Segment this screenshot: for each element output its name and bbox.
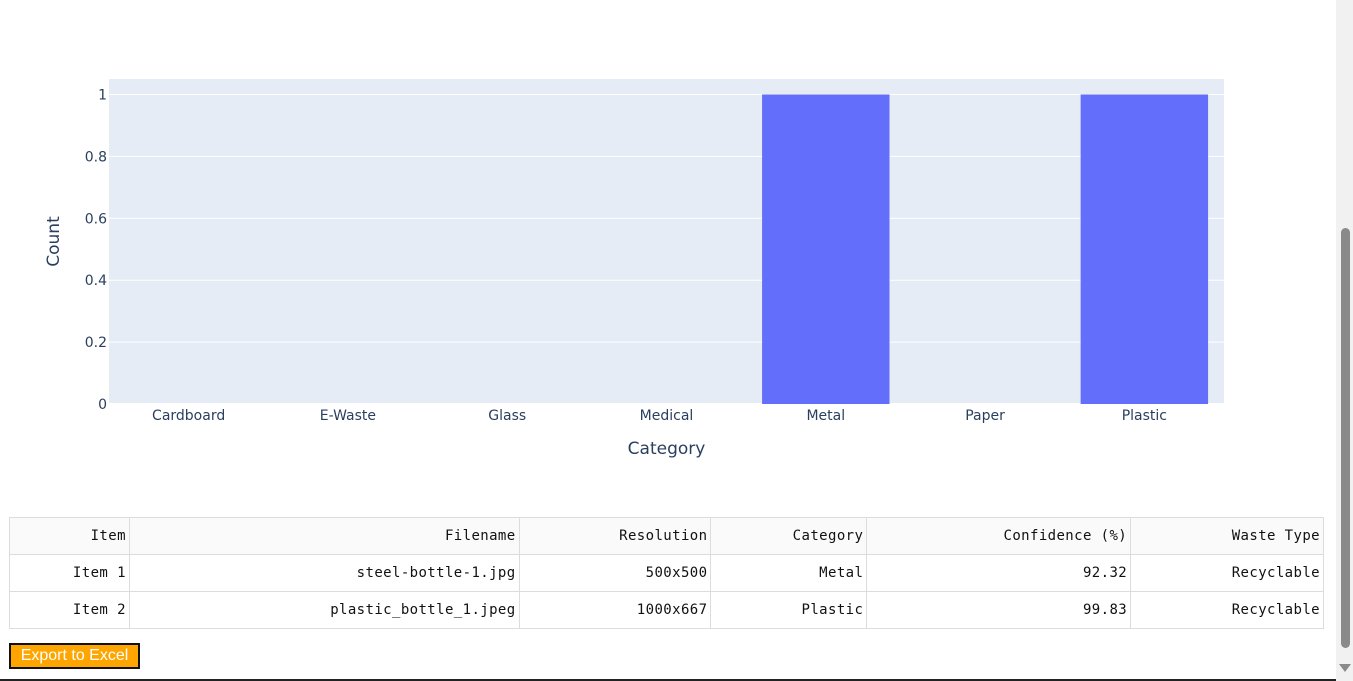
cell-item: Item 1 bbox=[9, 554, 130, 592]
scroll-down-arrow-icon[interactable] bbox=[1339, 664, 1351, 672]
header-waste-type: Waste Type bbox=[1130, 517, 1324, 555]
x-tick-label: Plastic bbox=[1122, 408, 1167, 424]
cell-item: Item 2 bbox=[9, 591, 130, 629]
header-filename: Filename bbox=[128, 517, 520, 555]
y-tick-label: 0.6 bbox=[85, 211, 107, 227]
x-tick-label: E-Waste bbox=[320, 408, 376, 424]
cell-waste-type: Recyclable bbox=[1130, 554, 1324, 592]
x-tick-label: Glass bbox=[488, 408, 526, 424]
cell-filename: steel-bottle-1.jpg bbox=[128, 554, 520, 592]
header-resolution: Resolution bbox=[518, 517, 712, 555]
x-tick-label: Metal bbox=[806, 408, 845, 424]
y-tick-label: 0.8 bbox=[85, 149, 107, 165]
cell-waste-type: Recyclable bbox=[1130, 591, 1324, 629]
bar[interactable] bbox=[762, 94, 890, 404]
export-to-excel-button[interactable]: Export to Excel bbox=[9, 643, 140, 669]
x-axis-ticks: Cardboard E-Waste Glass Medical Metal Paper Pl… bbox=[152, 408, 1167, 424]
y-tick-label: 0.2 bbox=[85, 335, 107, 351]
vertical-scrollbar[interactable] bbox=[1336, 0, 1353, 681]
y-axis-title: Count bbox=[44, 216, 64, 267]
cell-category: Plastic bbox=[710, 591, 868, 629]
cell-confidence: 92.32 bbox=[866, 554, 1132, 592]
y-tick-label: 0 bbox=[98, 397, 107, 413]
y-axis-ticks: 0 0.2 0.4 0.6 0.8 1 bbox=[85, 87, 107, 413]
x-tick-label: Paper bbox=[965, 408, 1005, 424]
table-row: Item 1 steel-bottle-1.jpg 500x500 Metal … bbox=[9, 554, 1324, 592]
category-bar-chart: 0 0.2 0.4 0.6 0.8 1 Cardboard E-Waste Glass Medi… bbox=[44, 79, 1224, 459]
cell-confidence: 99.83 bbox=[866, 591, 1132, 629]
table-header-row: Item Filename Resolution Category Confid… bbox=[9, 517, 1324, 555]
results-table: Item Filename Resolution Category Confid… bbox=[9, 517, 1324, 629]
table-row: Item 2 plastic_bottle_1.jpeg 1000x667 Pl… bbox=[9, 591, 1324, 629]
y-tick-label: 1 bbox=[98, 87, 107, 103]
header-item: Item bbox=[9, 517, 130, 555]
x-tick-label: Medical bbox=[640, 408, 694, 424]
scrollbar-thumb[interactable] bbox=[1341, 228, 1350, 648]
cell-category: Metal bbox=[710, 554, 868, 592]
cell-resolution: 1000x667 bbox=[518, 591, 712, 629]
x-axis-title: Category bbox=[628, 439, 706, 459]
bar[interactable] bbox=[1080, 94, 1209, 404]
header-category: Category bbox=[710, 517, 868, 555]
x-tick-label: Cardboard bbox=[152, 408, 225, 424]
cell-filename: plastic_bottle_1.jpeg bbox=[128, 591, 520, 629]
cell-resolution: 500x500 bbox=[518, 554, 712, 592]
plot-area bbox=[109, 79, 1224, 404]
header-confidence: Confidence (%) bbox=[866, 517, 1132, 555]
results-page: 0 0.2 0.4 0.6 0.8 1 Cardboard E-Waste Glass Medi… bbox=[0, 0, 1353, 681]
y-tick-label: 0.4 bbox=[85, 273, 107, 289]
